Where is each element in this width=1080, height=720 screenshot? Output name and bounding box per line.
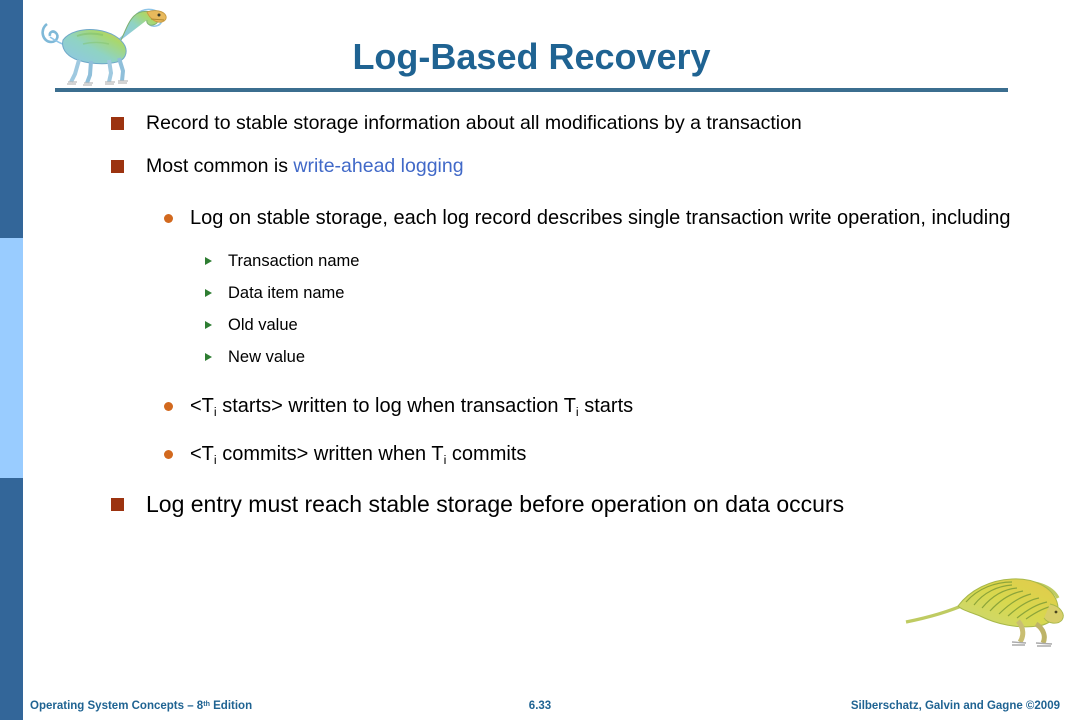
- bullet-level1: Most common is write-ahead logging: [0, 153, 1080, 179]
- arrow-bullet-icon: [205, 321, 212, 329]
- arrow-bullet-icon: [205, 353, 212, 361]
- bullet-level2: Log on stable storage, each log record d…: [0, 204, 1080, 232]
- bullet-level1-text: Log entry must reach stable storage befo…: [146, 491, 845, 517]
- round-bullet-icon: [164, 402, 173, 411]
- bullet-level3-text: Data item name: [228, 284, 345, 302]
- bullet-level3: Transaction name: [0, 250, 1080, 273]
- bullet-level2: <Ti starts> written to log when transact…: [0, 392, 1080, 422]
- bullet-level1: Record to stable storage information abo…: [0, 110, 1080, 136]
- square-bullet-icon: [111, 498, 124, 511]
- bullet-level3: Data item name: [0, 282, 1080, 305]
- bullet-level3-text: New value: [228, 348, 306, 366]
- bullet-level1: Log entry must reach stable storage befo…: [0, 489, 1080, 519]
- bullet-level3: Old value: [0, 314, 1080, 337]
- bullet-level2-text: <Ti starts> written to log when transact…: [190, 395, 634, 420]
- footer-copyright: Silberschatz, Galvin and Gagne ©2009: [850, 700, 1060, 712]
- bullet-level1-text: Record to stable storage information abo…: [146, 112, 802, 134]
- bullet-level2: <Ti commits> written when Ti commits: [0, 440, 1080, 470]
- bullet-level2-text: <Ti commits> written when Ti commits: [190, 443, 527, 468]
- slide-footer: Operating System Concepts – 8th Edition …: [0, 686, 1080, 720]
- square-bullet-icon: [111, 160, 124, 173]
- arrow-bullet-icon: [205, 289, 212, 297]
- bullet-level3: New value: [0, 346, 1080, 369]
- square-bullet-icon: [111, 117, 124, 130]
- bullet-level1-text: Most common is: [146, 155, 294, 177]
- accent-term: write-ahead logging: [293, 155, 464, 177]
- round-bullet-icon: [164, 214, 173, 223]
- slide-content: Record to stable storage information abo…: [0, 110, 1080, 530]
- bullet-level2-text: Log on stable storage, each log record d…: [190, 207, 1011, 229]
- bullet-level3-text: Transaction name: [228, 252, 360, 270]
- page-title: Log-Based Recovery: [352, 36, 711, 77]
- round-bullet-icon: [164, 450, 173, 459]
- dinosaur-icon: [905, 578, 1064, 647]
- arrow-bullet-icon: [205, 257, 212, 265]
- title-divider: [55, 88, 1008, 92]
- bullet-level3-text: Old value: [228, 316, 298, 334]
